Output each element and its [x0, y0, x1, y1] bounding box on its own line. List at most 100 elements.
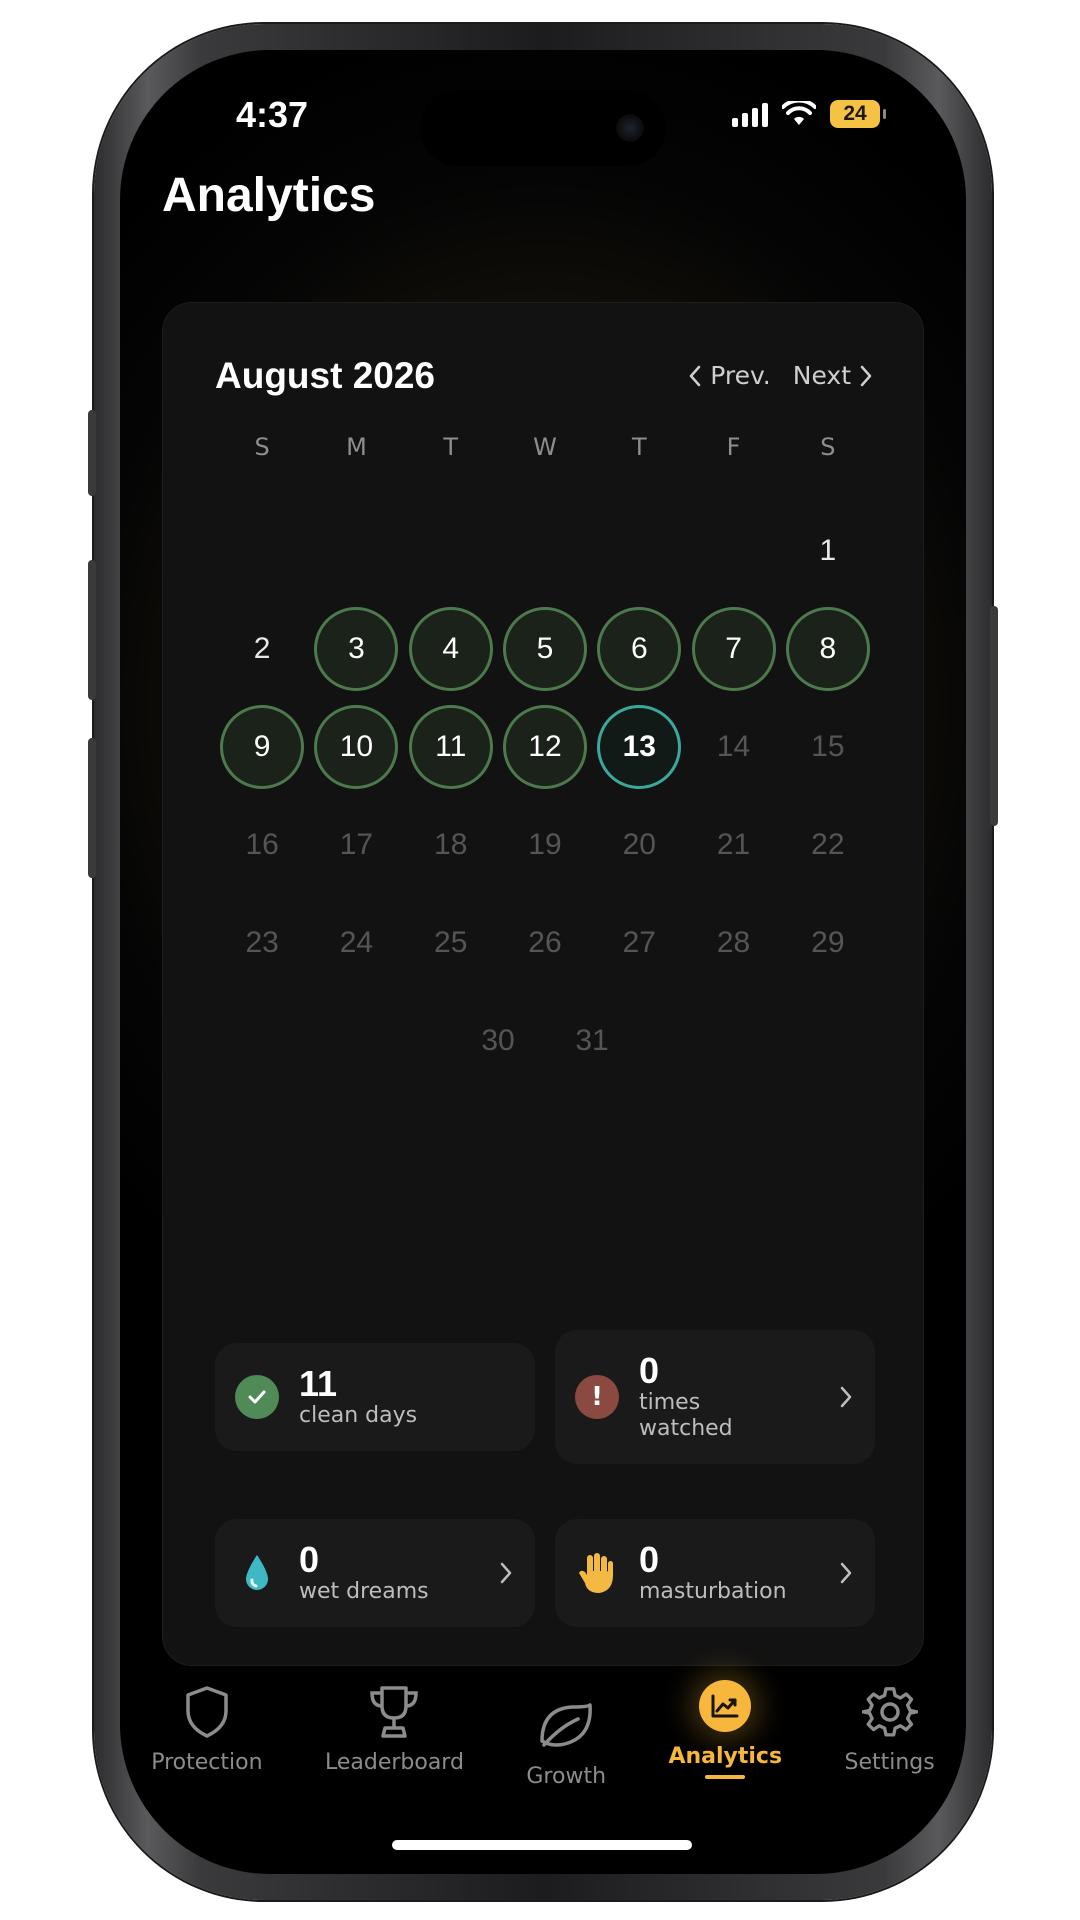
- calendar-day[interactable]: 8: [785, 607, 870, 691]
- calendar-day[interactable]: 17: [314, 803, 398, 887]
- tab-bar: Protection Leaderboard Growth Analytics …: [120, 1680, 966, 1820]
- tab-label: Settings: [844, 1750, 935, 1775]
- calendar-cell: 23: [215, 895, 309, 991]
- tab-analytics[interactable]: Analytics: [668, 1674, 782, 1779]
- masturbation-stat[interactable]: 0 masturbation: [555, 1519, 875, 1627]
- calendar-day[interactable]: 9: [220, 705, 305, 789]
- calendar-day[interactable]: 11: [408, 705, 493, 789]
- wifi-icon: [782, 101, 816, 125]
- calendar-day[interactable]: 24: [314, 901, 398, 985]
- calendar-day[interactable]: 19: [503, 803, 587, 887]
- calendar-week-row: 2345678: [215, 601, 875, 697]
- calendar-day[interactable]: 2: [220, 607, 304, 691]
- calendar-week-row: 16 17 18 19 20 21 22: [215, 797, 875, 893]
- calendar-cell: 29: [781, 895, 875, 991]
- camera-icon: [616, 114, 644, 142]
- calendar-day[interactable]: 15: [786, 705, 870, 789]
- screen: 4:37 24 Analytics August 2026 Prev. Next: [120, 50, 966, 1874]
- next-month-button[interactable]: Next: [793, 361, 873, 390]
- calendar-day[interactable]: 1: [786, 509, 870, 593]
- calendar-cell: 12: [498, 699, 592, 795]
- calendar-day[interactable]: 5: [502, 607, 587, 691]
- tab-label: Protection: [151, 1750, 263, 1775]
- wet-dreams-label: wet dreams: [299, 1578, 429, 1604]
- volume-up-button: [88, 560, 96, 700]
- trophy-icon: [370, 1686, 419, 1738]
- weekday-label: F: [726, 433, 741, 461]
- tab-label: Analytics: [668, 1744, 783, 1769]
- calendar-cell: 11: [404, 699, 498, 795]
- calendar-day[interactable]: 3: [314, 607, 399, 691]
- calendar-cell: 21: [686, 797, 780, 893]
- calendar-cell: 15: [781, 699, 875, 795]
- calendar-day-today[interactable]: 13: [597, 705, 682, 789]
- calendar-day[interactable]: 14: [692, 705, 776, 789]
- calendar-day[interactable]: 21: [692, 803, 776, 887]
- calendar-day[interactable]: 28: [692, 901, 776, 985]
- calendar-day[interactable]: 29: [786, 901, 870, 985]
- wet-dreams-value: 0: [299, 1538, 320, 1580]
- calendar-day[interactable]: 10: [314, 705, 399, 789]
- calendar-week-row: 30 31: [215, 993, 875, 1089]
- masturbation-label: masturbation: [639, 1578, 787, 1604]
- calendar-day[interactable]: 31: [550, 999, 634, 1083]
- calendar-cell: [309, 503, 403, 599]
- calendar-cell: 14: [686, 699, 780, 795]
- calendar-cell: [215, 503, 309, 599]
- calendar-day[interactable]: 20: [597, 803, 681, 887]
- home-indicator[interactable]: [392, 1840, 692, 1850]
- times-watched-stat[interactable]: ! 0 times watched: [555, 1330, 875, 1464]
- calendar-day[interactable]: 16: [220, 803, 304, 887]
- calendar-cell: 28: [686, 895, 780, 991]
- calendar-cell: 27: [592, 895, 686, 991]
- droplet-icon: [235, 1551, 279, 1595]
- action-button: [88, 410, 96, 496]
- calendar-week-row: 1: [215, 503, 875, 599]
- tab-growth[interactable]: Growth: [526, 1694, 606, 1789]
- calendar-cell: 9: [215, 699, 309, 795]
- masturbation-value: 0: [639, 1538, 660, 1580]
- active-tab-indicator: [705, 1775, 746, 1779]
- weekday-label: T: [631, 433, 647, 461]
- calendar-day[interactable]: 6: [597, 607, 682, 691]
- weekday-label: W: [533, 433, 557, 461]
- weekday-label: T: [443, 433, 459, 461]
- prev-label: Prev.: [710, 361, 771, 390]
- calendar-day[interactable]: 18: [409, 803, 493, 887]
- calendar-cell: 2: [215, 601, 309, 697]
- calendar-day[interactable]: 30: [456, 999, 540, 1083]
- battery-icon: 24: [830, 100, 886, 128]
- calendar-day[interactable]: 12: [502, 705, 587, 789]
- calendar-day[interactable]: 7: [691, 607, 776, 691]
- calendar-cell: 26: [498, 895, 592, 991]
- shield-icon: [186, 1686, 228, 1738]
- calendar-cell: 19: [498, 797, 592, 893]
- calendar-cell: 31: [545, 993, 639, 1089]
- calendar-cell: 6: [592, 601, 686, 697]
- tab-protection[interactable]: Protection: [151, 1680, 263, 1775]
- status-icons: 24: [732, 100, 886, 128]
- calendar-cell: 17: [309, 797, 403, 893]
- calendar-cell: 16: [215, 797, 309, 893]
- calendar-day[interactable]: 23: [220, 901, 304, 985]
- prev-month-button[interactable]: Prev.: [688, 361, 771, 390]
- calendar-day[interactable]: 26: [503, 901, 587, 985]
- power-button: [990, 606, 998, 826]
- calendar-day[interactable]: 25: [409, 901, 493, 985]
- tab-settings[interactable]: Settings: [845, 1680, 935, 1775]
- chevron-right-icon: [500, 1562, 512, 1584]
- calendar-week-row: 9 10 11 12 13 14 15: [215, 699, 875, 795]
- gear-icon: [861, 1687, 918, 1737]
- calendar-cell: 24: [309, 895, 403, 991]
- tab-leaderboard[interactable]: Leaderboard: [325, 1680, 464, 1775]
- tab-label: Growth: [526, 1764, 607, 1789]
- calendar-cell: 18: [404, 797, 498, 893]
- calendar-day[interactable]: 22: [786, 803, 870, 887]
- wet-dreams-stat[interactable]: 0 wet dreams: [215, 1519, 535, 1627]
- calendar-card: August 2026 Prev. Next S M T W T F S 1 2…: [162, 302, 924, 1666]
- times-watched-label-line1: times: [639, 1389, 701, 1415]
- calendar-day[interactable]: 27: [597, 901, 681, 985]
- next-label: Next: [792, 361, 851, 390]
- calendar-day[interactable]: 4: [408, 607, 493, 691]
- chevron-left-icon: [689, 365, 701, 386]
